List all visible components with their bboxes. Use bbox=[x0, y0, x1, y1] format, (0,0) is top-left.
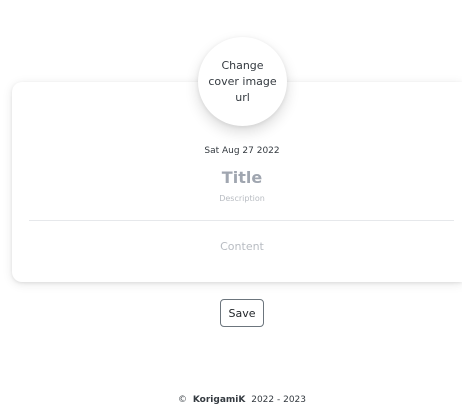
change-cover-label: Change cover image url bbox=[208, 58, 277, 104]
description-input[interactable] bbox=[142, 192, 342, 204]
post-date: Sat Aug 27 2022 bbox=[204, 146, 280, 156]
divider bbox=[29, 220, 454, 221]
title-input[interactable] bbox=[142, 166, 342, 188]
footer: © KorigamiK 2022 - 2023 bbox=[0, 395, 462, 405]
content-input[interactable] bbox=[142, 238, 342, 254]
save-button[interactable]: Save bbox=[220, 299, 264, 327]
change-cover-button[interactable]: Change cover image url bbox=[198, 37, 287, 126]
footer-brand: KorigamiK bbox=[192, 395, 246, 405]
copyright-symbol: © bbox=[177, 395, 187, 405]
footer-years: 2022 - 2023 bbox=[251, 395, 306, 405]
